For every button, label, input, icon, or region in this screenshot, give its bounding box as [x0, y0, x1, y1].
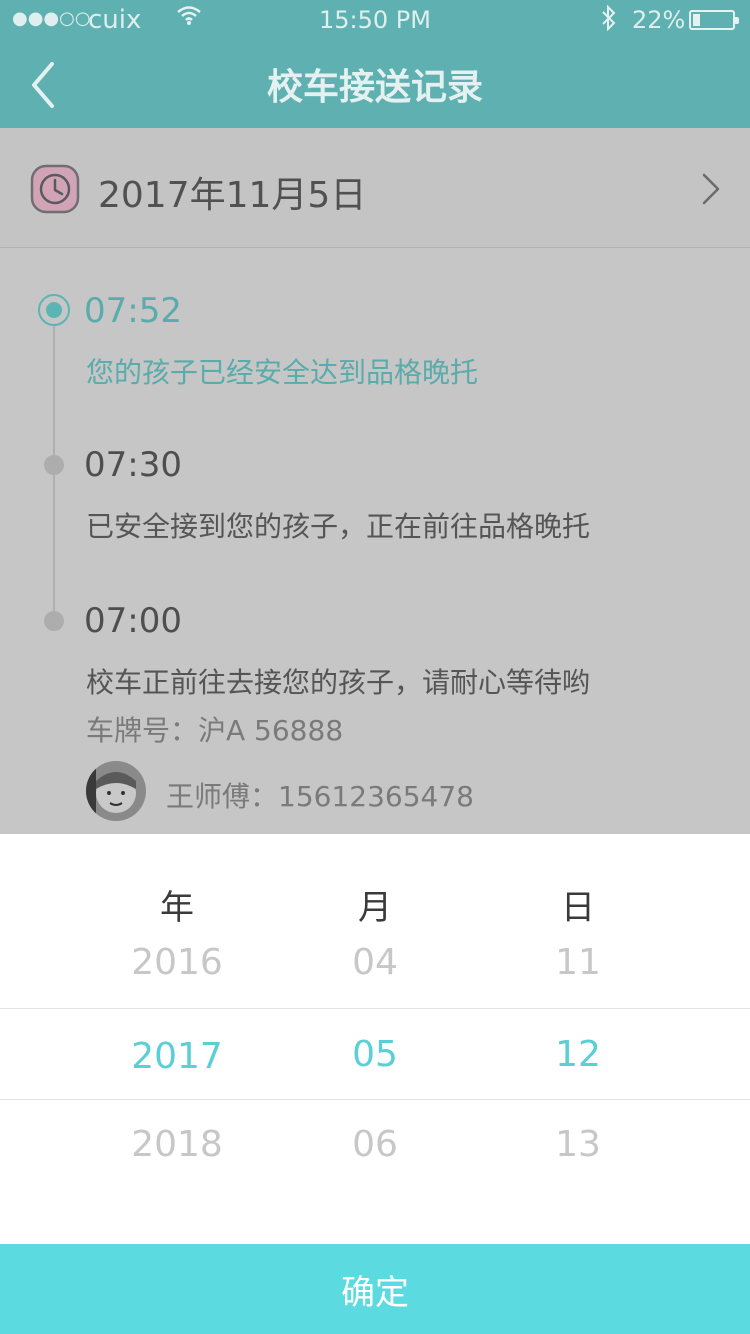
top-bar: ●●●○○ cuix 15:50 PM 22% 校车接送记录 — [0, 0, 750, 128]
page-title: 校车接送记录 — [266, 67, 483, 108]
event-time: 07:52 — [84, 291, 182, 331]
event-message: 校车正前往去接您的孩子，请耐心等待哟 — [86, 666, 591, 699]
month-header: 月 — [358, 888, 392, 928]
day-option-selected[interactable]: 12 — [478, 1034, 678, 1075]
picker-selection-line-bottom — [0, 1099, 750, 1100]
timeline: 07:52 您的孩子已经安全达到品格晚托 07:30 已安全接到您的孩子，正在前… — [0, 249, 750, 834]
timeline-dot-active — [38, 294, 70, 326]
confirm-button[interactable]: 确定 — [0, 1244, 750, 1334]
event-message: 您的孩子已经安全达到品格晚托 — [86, 356, 479, 389]
year-option-selected[interactable]: 2017 — [77, 1036, 277, 1077]
month-option-selected[interactable]: 05 — [275, 1034, 475, 1075]
date-picker[interactable]: 年 月 日 2016 2017 2018 04 05 06 11 12 13 — [0, 834, 750, 1244]
timeline-dot — [44, 455, 64, 475]
picker-selection-line-top — [0, 1008, 750, 1009]
year-header: 年 — [160, 888, 194, 928]
navigation-bar: 校车接送记录 — [0, 40, 750, 128]
event-time: 07:00 — [84, 601, 182, 641]
battery-icon — [689, 10, 739, 30]
bluetooth-icon — [600, 4, 618, 37]
selected-date: 2017年11月5日 — [98, 175, 367, 216]
year-option[interactable]: 2018 — [77, 1124, 277, 1165]
day-option[interactable]: 11 — [478, 942, 678, 983]
driver-contact: 王师傅：15612365478 — [166, 780, 474, 813]
year-option[interactable]: 2016 — [77, 942, 277, 983]
day-option[interactable]: 13 — [478, 1124, 678, 1165]
license-plate: 车牌号：沪A 56888 — [86, 714, 344, 747]
event-time: 07:30 — [84, 445, 182, 485]
clock-icon — [30, 164, 80, 214]
timeline-dot — [44, 611, 64, 631]
status-bar: ●●●○○ cuix 15:50 PM 22% — [0, 0, 750, 40]
event-message: 已安全接到您的孩子，正在前往品格晚托 — [86, 510, 591, 543]
day-header: 日 — [561, 888, 595, 928]
chevron-right-icon — [702, 173, 720, 205]
month-option[interactable]: 04 — [275, 942, 475, 983]
month-option[interactable]: 06 — [275, 1124, 475, 1165]
date-selector-row[interactable]: 2017年11月5日 — [0, 128, 750, 248]
battery-percent: 22% — [632, 6, 686, 34]
driver-avatar — [86, 761, 146, 821]
